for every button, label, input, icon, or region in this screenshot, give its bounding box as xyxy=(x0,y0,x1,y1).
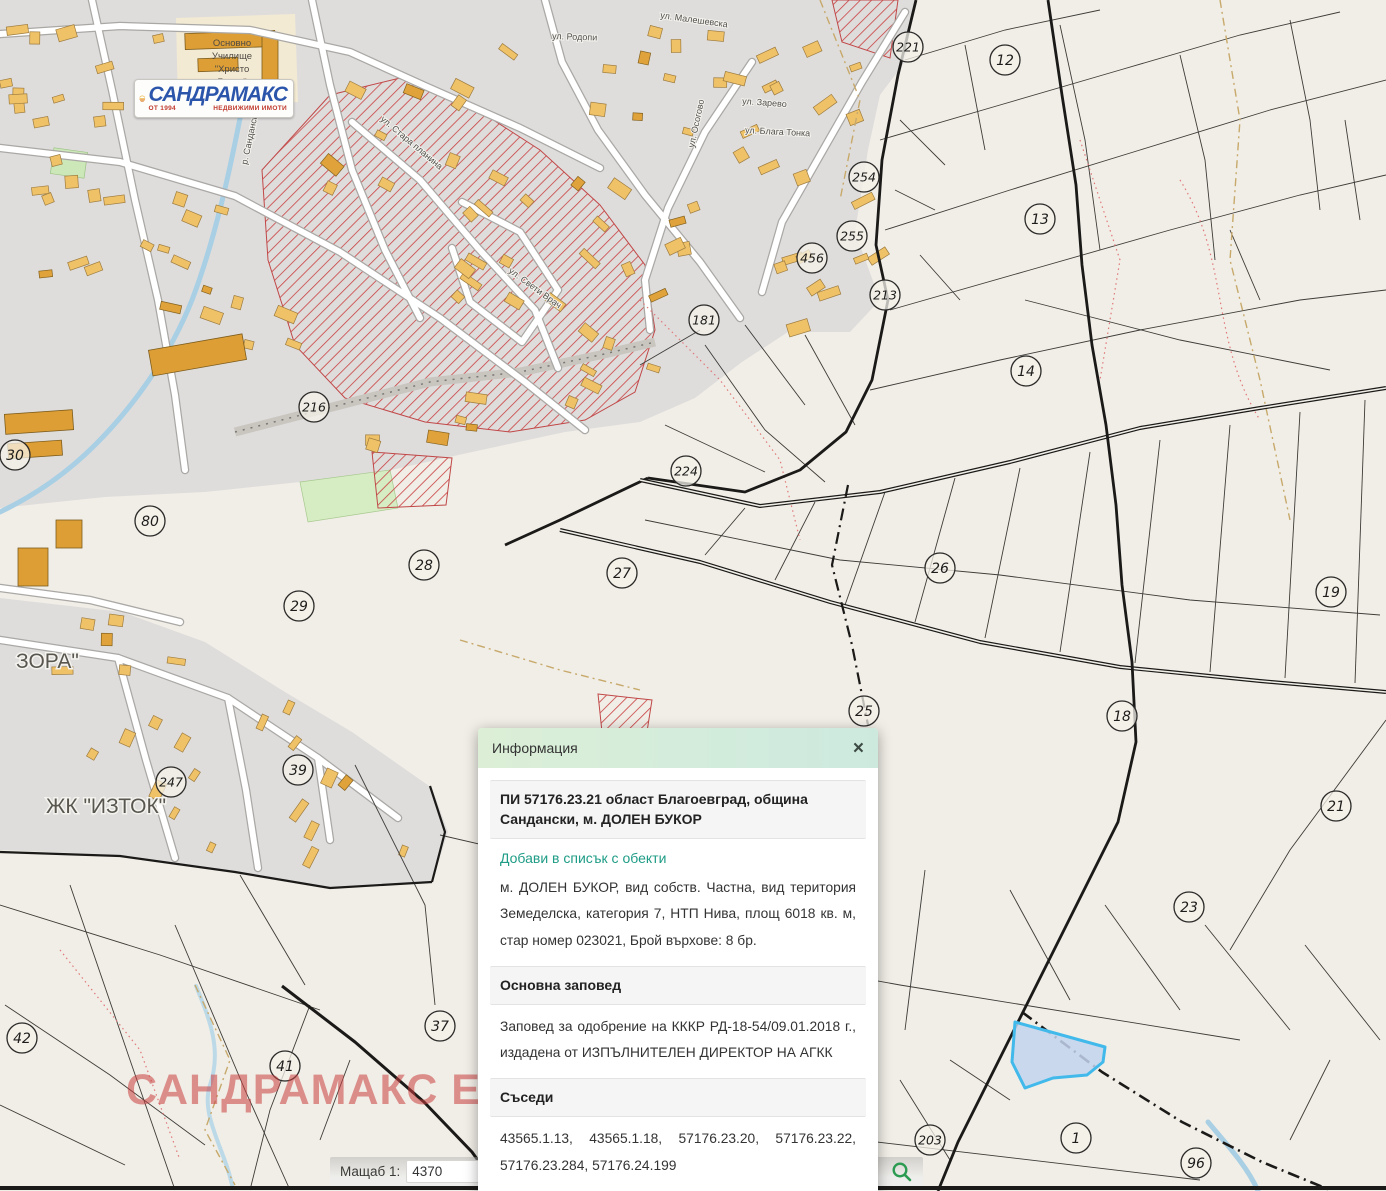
svg-text:254: 254 xyxy=(852,169,876,184)
svg-text:39: 39 xyxy=(289,763,307,779)
scale-label: Мащаб 1: xyxy=(340,1164,400,1179)
parcel-marker: 203 xyxy=(915,1125,945,1155)
parcel-marker: 12 xyxy=(990,45,1020,75)
info-popup-body: ПИ 57176.23.21 област Благоевград, общин… xyxy=(478,768,878,1191)
parcel-marker: 80 xyxy=(135,506,165,536)
svg-text:80: 80 xyxy=(141,514,159,530)
parcel-marker: 255 xyxy=(837,221,867,251)
parcel-marker: 28 xyxy=(409,550,439,580)
svg-text:12: 12 xyxy=(996,53,1014,69)
parcel-marker: 39 xyxy=(283,755,313,785)
scale-input[interactable] xyxy=(406,1160,480,1183)
parcel-marker: 13 xyxy=(1025,204,1055,234)
parcel-marker: 181 xyxy=(689,305,719,335)
parcel-marker: 37 xyxy=(425,1011,455,1041)
svg-text:29: 29 xyxy=(290,599,308,615)
parcel-marker: 18 xyxy=(1107,701,1137,731)
svg-text:181: 181 xyxy=(692,312,716,327)
order-text: Заповед за одобрение на КККР РД-18-54/09… xyxy=(500,1014,856,1068)
agency-logo: САНДРАМАКС ОТ 1994 НЕДВИЖИМИ ИМОТИ xyxy=(134,79,294,118)
svg-text:27: 27 xyxy=(613,566,631,582)
svg-text:19: 19 xyxy=(1322,585,1340,601)
parcel-marker: 247 xyxy=(156,767,186,797)
logo-tagline-text: НЕДВИЖИМИ ИМОТИ xyxy=(213,106,287,113)
parcel-details-text: м. ДОЛЕН БУКОР, вид собств. Частна, вид … xyxy=(500,875,856,956)
svg-text:21: 21 xyxy=(1327,799,1345,815)
search-icon xyxy=(891,1161,913,1183)
svg-text:247: 247 xyxy=(159,774,183,789)
svg-text:25: 25 xyxy=(855,704,873,720)
parcel-marker: 30 xyxy=(0,440,30,470)
svg-text:37: 37 xyxy=(431,1019,449,1035)
info-popup-header: Информация × xyxy=(478,728,878,768)
parcel-marker: 23 xyxy=(1174,892,1204,922)
neighbors-text: 43565.1.13, 43565.1.18, 57176.23.20, 571… xyxy=(500,1126,856,1180)
logo-brand-text: САНДРАМАКС xyxy=(149,84,287,105)
svg-text:456: 456 xyxy=(800,250,824,265)
parcel-marker: 19 xyxy=(1316,577,1346,607)
parcel-marker: 42 xyxy=(7,1023,37,1053)
svg-text:30: 30 xyxy=(6,448,24,464)
svg-text:42: 42 xyxy=(13,1031,31,1047)
parcel-marker: 1 xyxy=(1061,1123,1091,1153)
logo-sun-icon xyxy=(139,86,146,112)
svg-text:216: 216 xyxy=(302,399,326,414)
svg-text:96: 96 xyxy=(1187,1156,1205,1172)
map-application: 2211225413255456213181142242163080282726… xyxy=(0,0,1386,1191)
parcel-marker: 213 xyxy=(870,280,900,310)
svg-text:224: 224 xyxy=(674,463,698,478)
add-to-list-link[interactable]: Добави в списък с обекти xyxy=(500,850,856,866)
parcel-heading: ПИ 57176.23.21 област Благоевград, общин… xyxy=(490,780,866,839)
svg-text:Основно: Основно xyxy=(213,38,251,49)
parcel-marker: 29 xyxy=(284,591,314,621)
svg-text:26: 26 xyxy=(931,561,949,577)
svg-text:18: 18 xyxy=(1113,709,1131,725)
parcel-marker: 96 xyxy=(1181,1148,1211,1178)
svg-text:"Христо: "Христо xyxy=(215,64,250,75)
svg-text:ЖК "ИЗТОК": ЖК "ИЗТОК" xyxy=(46,795,166,818)
neighbors-heading: Съседи xyxy=(490,1078,866,1116)
parcel-marker: 25 xyxy=(849,696,879,726)
parcel-marker: 221 xyxy=(893,32,923,62)
svg-text:28: 28 xyxy=(415,558,433,574)
parcel-marker: 26 xyxy=(925,553,955,583)
svg-text:14: 14 xyxy=(1017,364,1035,380)
svg-text:221: 221 xyxy=(896,39,920,54)
svg-text:203: 203 xyxy=(918,1132,942,1147)
parcel-marker: 254 xyxy=(849,162,879,192)
parcel-marker: 224 xyxy=(671,456,701,486)
svg-text:213: 213 xyxy=(873,287,897,302)
svg-text:ЗОРА": ЗОРА" xyxy=(16,650,79,673)
info-popup: Информация × ПИ 57176.23.21 област Благо… xyxy=(478,728,878,1191)
parcel-marker: 456 xyxy=(797,243,827,273)
popup-title: Информация xyxy=(492,740,578,756)
close-icon[interactable]: × xyxy=(853,739,864,758)
svg-text:255: 255 xyxy=(840,228,864,243)
svg-text:13: 13 xyxy=(1031,212,1049,228)
parcel-marker: 216 xyxy=(299,392,329,422)
svg-text:Училище: Училище xyxy=(212,51,252,62)
svg-text:ул. Родопи: ул. Родопи xyxy=(552,31,597,43)
parcel-marker: 27 xyxy=(607,558,637,588)
parcel-marker: 21 xyxy=(1321,791,1351,821)
svg-text:1: 1 xyxy=(1072,1131,1081,1147)
parcel-marker: 14 xyxy=(1011,356,1041,386)
svg-text:23: 23 xyxy=(1180,900,1198,916)
search-button[interactable] xyxy=(891,1161,913,1183)
order-heading: Основна заповед xyxy=(490,966,866,1004)
logo-since-text: ОТ 1994 xyxy=(149,106,176,113)
